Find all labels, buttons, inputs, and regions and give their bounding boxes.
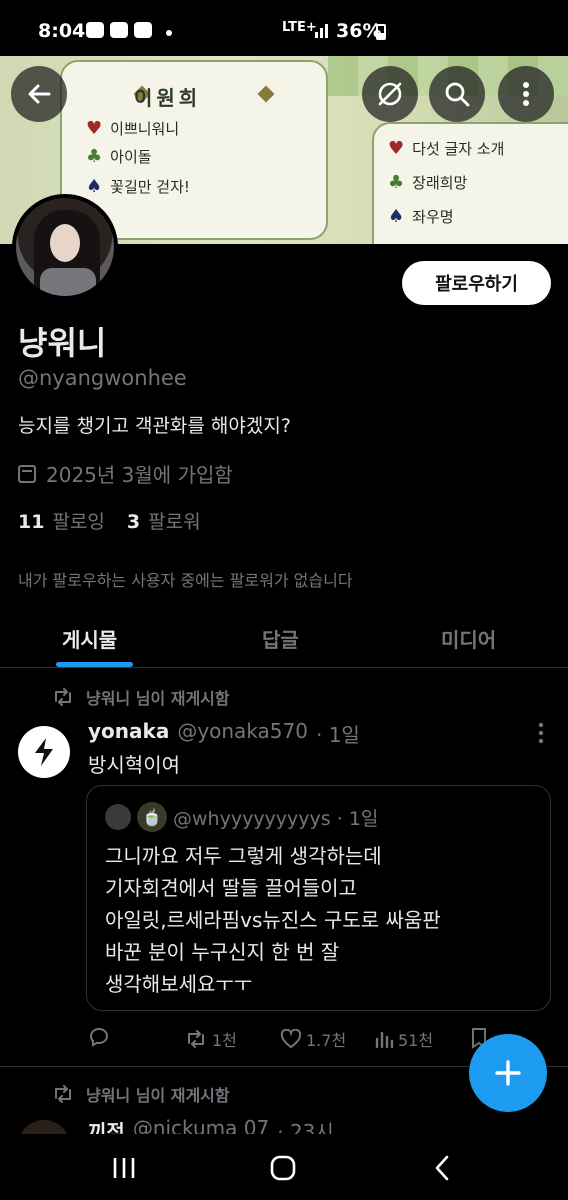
reply-icon xyxy=(90,1028,108,1047)
views-icon xyxy=(375,1031,394,1049)
following-label: 팔로잉 xyxy=(52,511,105,533)
repost-button[interactable]: 1천 xyxy=(184,1027,237,1051)
back-chevron-icon xyxy=(435,1155,449,1181)
banner-item: ♥ 다섯 글자 소개 xyxy=(388,138,505,159)
followers-label: 팔로워 xyxy=(148,511,201,533)
post-author-handle[interactable]: @yonaka570 xyxy=(177,719,308,748)
system-nav-bar xyxy=(0,1134,568,1200)
tab-replies[interactable]: 답글 xyxy=(262,624,299,653)
post-more-icon[interactable] xyxy=(530,720,552,746)
tab-posts[interactable]: 게시물 xyxy=(62,624,117,653)
home-button[interactable] xyxy=(263,1148,303,1188)
banner-item: ♣ 장래희망 xyxy=(388,172,468,193)
heart-suit-icon: ♥ xyxy=(86,118,103,139)
post-time: · 1일 xyxy=(315,723,360,747)
followers-count: 3 xyxy=(126,511,141,533)
plus-icon xyxy=(495,1060,521,1086)
banner-item: ♠ 좌우명 xyxy=(388,206,454,227)
tea-cup-icon: 🍵 xyxy=(137,802,167,832)
quote-time: · 1일 xyxy=(336,808,379,830)
avatar-body xyxy=(40,268,96,296)
chat-bubble-icon xyxy=(110,22,128,38)
following-link[interactable]: 11 팔로잉 xyxy=(18,507,105,534)
club-suit-icon: ♣ xyxy=(86,146,103,167)
mute-icon xyxy=(378,82,402,106)
joined-text: 2025년 3월에 가입함 xyxy=(46,463,233,487)
notification-icons xyxy=(86,22,152,38)
talk-icon xyxy=(86,22,104,38)
battery-percent: 36% xyxy=(336,20,382,42)
spade-suit-icon: ♠ xyxy=(388,206,405,227)
repost-icon xyxy=(55,688,71,706)
quote-author-handle: @whyyyyyyyyys xyxy=(173,808,331,830)
repost-count: 1천 xyxy=(212,1031,237,1050)
follow-button[interactable]: 팔로우하기 xyxy=(402,261,551,305)
joined-date: 2025년 3월에 가입함 xyxy=(18,459,233,488)
banner-card-right: ♥ 다섯 글자 소개 ♣ 장래희망 ♠ 좌우명 xyxy=(372,122,568,244)
club-suit-icon: ♣ xyxy=(388,172,405,193)
follow-stats: 11 팔로잉 3 팔로워 xyxy=(18,507,201,534)
heart-icon xyxy=(280,1029,302,1049)
lightning-logo-icon xyxy=(35,738,53,766)
diamond-icon xyxy=(257,85,275,103)
repost-icon xyxy=(55,1085,71,1103)
mute-button[interactable] xyxy=(362,66,418,122)
views-button[interactable]: 51천 xyxy=(374,1027,433,1051)
banner-card-title: 이원희 xyxy=(134,86,202,110)
more-button[interactable] xyxy=(498,66,554,122)
voicemail-icon xyxy=(134,22,152,38)
back-button[interactable] xyxy=(11,66,67,122)
more-vertical-icon xyxy=(523,82,529,106)
user-handle: @nyangwonhee xyxy=(18,366,187,390)
repost-indicator[interactable]: 냥워니 님이 재게시함 xyxy=(52,1082,230,1106)
profile-tabs: 게시물 답글 미디어 xyxy=(0,610,568,668)
repost-indicator[interactable]: 냥워니 님이 재게시함 xyxy=(52,685,230,709)
status-time: 8:04 xyxy=(38,20,86,42)
battery-icon xyxy=(376,24,386,40)
profile-bio: 능지를 챙기고 객관화를 해야겠지? xyxy=(18,415,291,437)
home-icon xyxy=(270,1155,296,1181)
search-icon xyxy=(445,82,470,107)
post-text: 방시혁이여 xyxy=(88,753,180,777)
quote-author-avatar xyxy=(105,804,131,830)
quote-text: 그니까요 저두 그렇게 생각하는데 기자회견에서 딸들 끌어들이고 아일릿,르세… xyxy=(105,844,441,996)
calendar-icon xyxy=(18,464,36,483)
like-button[interactable]: 1.7천 xyxy=(280,1027,346,1051)
post-header: yonaka @yonaka570 · 1일 xyxy=(88,719,360,748)
heart-suit-icon: ♥ xyxy=(388,138,405,159)
network-type: LTE+ xyxy=(282,20,317,35)
repost-icon xyxy=(188,1030,204,1048)
active-tab-indicator xyxy=(56,662,133,667)
reply-button[interactable] xyxy=(88,1027,110,1047)
post-author-avatar[interactable] xyxy=(18,726,70,778)
profile-avatar[interactable] xyxy=(12,194,118,300)
following-count: 11 xyxy=(18,511,45,533)
view-count: 51천 xyxy=(398,1031,434,1050)
signal-icon xyxy=(315,24,328,38)
status-bar: 8:04 LTE+ 36% xyxy=(0,0,568,56)
post-author-name[interactable]: yonaka xyxy=(88,719,169,748)
search-button[interactable] xyxy=(429,66,485,122)
spade-suit-icon: ♠ xyxy=(86,176,103,197)
notification-dot-icon xyxy=(166,30,172,36)
banner-item: ♣ 아이돌 xyxy=(86,146,152,167)
followers-link[interactable]: 3 팔로워 xyxy=(127,507,201,534)
back-nav-button[interactable] xyxy=(422,1148,462,1188)
like-count: 1.7천 xyxy=(306,1031,347,1050)
back-icon xyxy=(28,84,51,104)
avatar-face xyxy=(50,224,80,262)
follower-note: 내가 팔로우하는 사용자 중에는 팔로워가 없습니다 xyxy=(18,571,353,590)
display-name: 냥워니 xyxy=(18,324,107,362)
recents-button[interactable] xyxy=(104,1148,144,1188)
quote-header: @whyyyyyyyyys · 1일 xyxy=(173,804,378,831)
banner-item: ♠ 꽃길만 걷자! xyxy=(86,176,190,197)
recents-icon xyxy=(113,1158,135,1178)
quoted-post[interactable]: 🍵 @whyyyyyyyyys · 1일 그니까요 저두 그렇게 생각하는데 기… xyxy=(86,785,551,1011)
banner-item: ♥ 이쁘니워니 xyxy=(86,118,180,139)
compose-button[interactable] xyxy=(469,1034,547,1112)
tab-media[interactable]: 미디어 xyxy=(441,624,496,653)
